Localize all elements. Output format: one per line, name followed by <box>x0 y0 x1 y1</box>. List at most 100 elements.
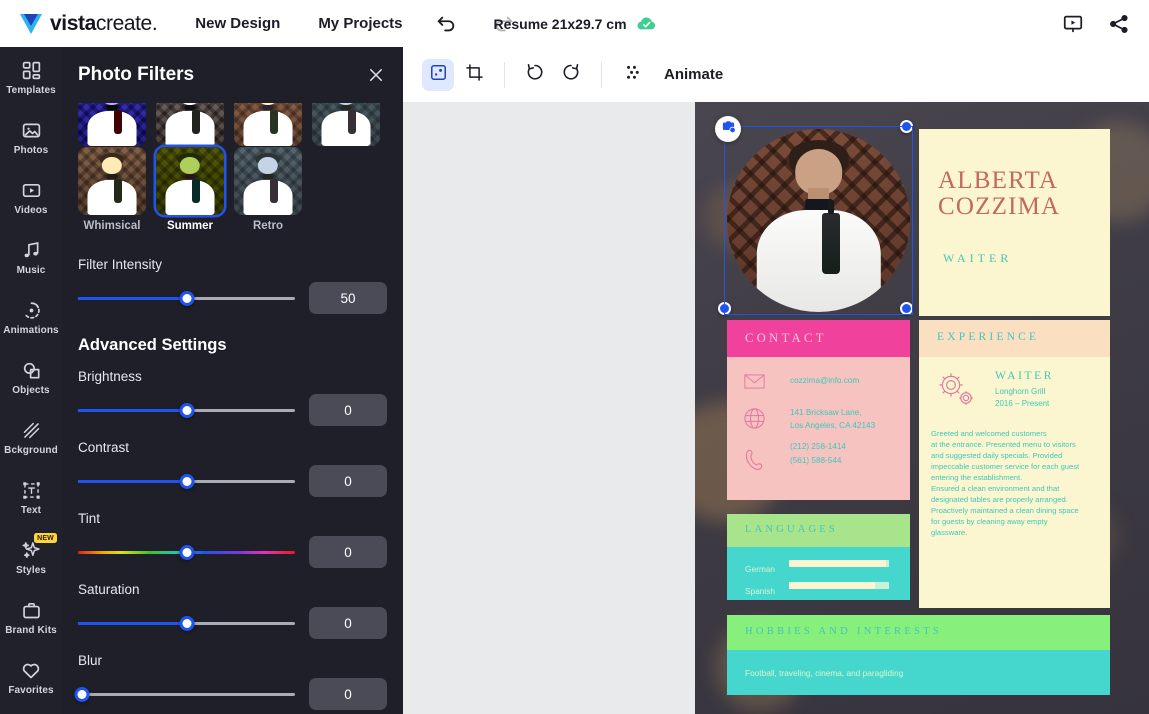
selection-handle-br[interactable] <box>900 302 913 315</box>
rail-item-styles[interactable]: NEW Styles <box>0 527 62 587</box>
filter-cell-summer[interactable]: Summer <box>156 147 224 232</box>
desc-line: at the entrance. Presented menu to visit… <box>931 440 1076 449</box>
gears-icon <box>932 368 978 415</box>
objects-icon <box>21 358 42 382</box>
saturation-value[interactable]: 0 <box>309 607 387 639</box>
blur-value[interactable]: 0 <box>309 678 387 710</box>
hobbies-text: Football, traveling, cinema, and paragli… <box>745 668 904 678</box>
crop-button[interactable] <box>458 59 490 91</box>
videos-icon <box>21 178 42 202</box>
canvas-area[interactable]: ALBERTA COZZIMA WAITER CONTACT cozzima@i… <box>403 102 1149 714</box>
top-header: vistacreate. New Design My Projects Resu… <box>0 0 1149 47</box>
filter-cell-edge[interactable]: Edge <box>78 103 146 146</box>
languages-section[interactable]: LANGUAGES German Spanish <box>727 514 910 600</box>
filter-label: Summer <box>166 220 214 232</box>
slider-fill <box>78 621 187 625</box>
favorites-icon <box>20 658 42 682</box>
filter-thumbnail <box>156 103 224 146</box>
rail-item-brand-kits[interactable]: Brand Kits <box>0 587 62 647</box>
document-title-group[interactable]: Resume 21x29.7 cm <box>493 16 655 32</box>
undo-icon[interactable] <box>431 9 461 39</box>
saturation-row: 0 <box>78 607 387 639</box>
filter-intensity-value[interactable]: 50 <box>309 282 387 314</box>
rail-item-objects[interactable]: Objects <box>0 347 62 407</box>
language-label: German <box>745 564 775 574</box>
blur-label: Blur <box>78 653 103 668</box>
company-name: Longhorn Grill <box>995 387 1046 396</box>
animate-button[interactable]: Animate <box>664 66 723 83</box>
logo-text: vistacreate. <box>50 11 158 35</box>
name-card[interactable]: ALBERTA COZZIMA WAITER <box>919 129 1110 316</box>
selection-handle-tr[interactable] <box>900 120 913 133</box>
present-icon[interactable] <box>1061 12 1085 36</box>
hobbies-section[interactable]: HOBBIES AND INTERESTS Football, travelin… <box>727 615 1110 695</box>
toolbar-divider <box>504 61 505 88</box>
language-label: Spanish <box>745 586 775 596</box>
blur-row: 0 <box>74 678 387 710</box>
rail-item-favorites[interactable]: Favorites <box>0 647 62 707</box>
resume-document[interactable]: ALBERTA COZZIMA WAITER CONTACT cozzima@i… <box>695 102 1149 714</box>
contrast-value[interactable]: 0 <box>309 465 387 497</box>
contact-heading: CONTACT <box>745 331 827 345</box>
saturation-slider[interactable] <box>78 614 295 632</box>
filter-intensity-slider[interactable] <box>78 289 295 307</box>
desc-line: impeccable customer service for each gue… <box>931 462 1080 471</box>
desc-line: Ensured a clean environment and that <box>931 484 1060 493</box>
languages-heading: LANGUAGES <box>745 524 838 535</box>
rail-item-music[interactable]: Music <box>0 227 62 287</box>
rotate-right-icon <box>561 62 581 87</box>
filter-cell-nordic[interactable]: Nordic <box>156 103 224 146</box>
music-icon <box>21 238 42 262</box>
brightness-value[interactable]: 0 <box>309 394 387 426</box>
filter-cell-retro[interactable]: Retro <box>234 147 302 232</box>
selection-handle-bl[interactable] <box>718 302 731 315</box>
slider-knob[interactable] <box>179 402 194 418</box>
transparency-button[interactable] <box>616 59 648 91</box>
rail-item-animations[interactable]: Animations <box>0 287 62 347</box>
close-icon[interactable] <box>365 64 387 86</box>
photo-filters-button[interactable] <box>422 58 454 91</box>
rail-label: Bckground <box>4 445 58 456</box>
filter-cell-selfie[interactable]: Selfie <box>234 103 302 146</box>
tint-slider[interactable] <box>78 543 295 561</box>
slider-knob[interactable] <box>179 615 194 631</box>
cloud-saved-icon <box>637 16 656 31</box>
flip-vertical-button[interactable] <box>555 59 587 91</box>
profile-photo[interactable] <box>727 129 910 312</box>
nav-my-projects[interactable]: My Projects <box>318 15 402 32</box>
slider-knob[interactable] <box>179 544 194 560</box>
rail-item-templates[interactable]: Templates <box>0 47 62 107</box>
contrast-slider[interactable] <box>78 472 295 490</box>
document-title[interactable]: Resume 21x29.7 cm <box>493 16 626 32</box>
replace-image-button[interactable] <box>715 116 741 142</box>
filter-cell-whimsical[interactable]: Whimsical <box>78 147 146 232</box>
rail-item-text[interactable]: Text <box>0 467 62 527</box>
experience-section[interactable]: EXPERIENCE WAITER Longhorn Grill 2016 – … <box>919 320 1110 608</box>
rail-item-videos[interactable]: Videos <box>0 167 62 227</box>
rail-label: Animations <box>3 325 59 336</box>
flip-horizontal-button[interactable] <box>519 59 551 91</box>
desc-line: entering the establishment. <box>931 473 1023 482</box>
rail-item-background[interactable]: Bckground <box>0 407 62 467</box>
filter-thumbnail <box>234 103 302 146</box>
vistacreate-logo[interactable]: vistacreate. <box>18 11 158 36</box>
slider-knob[interactable] <box>179 473 194 489</box>
contrast-label: Contrast <box>78 440 130 455</box>
nav-new-design[interactable]: New Design <box>195 15 280 32</box>
phone-icon <box>744 448 765 477</box>
rail-label: Favorites <box>8 685 54 696</box>
blur-slider[interactable] <box>74 685 295 703</box>
brightness-slider[interactable] <box>78 401 295 419</box>
filter-cell-the-blues[interactable]: The Blues <box>312 103 380 146</box>
contact-section[interactable]: CONTACT cozzima@info.com 141 Bricksaw La… <box>727 320 910 500</box>
slider-knob[interactable] <box>179 290 194 306</box>
tint-value[interactable]: 0 <box>309 536 387 568</box>
slider-knob[interactable] <box>74 686 90 702</box>
saturation-label: Saturation <box>78 582 140 597</box>
contact-address-line-1: 141 Bricksaw Lane, <box>790 408 862 417</box>
contact-email: cozzima@info.com <box>790 376 860 385</box>
desc-line: Greeted and welcomed customers <box>931 429 1047 438</box>
share-icon[interactable] <box>1107 12 1131 36</box>
rail-item-photos[interactable]: Photos <box>0 107 62 167</box>
filter-thumbnail <box>156 147 224 215</box>
